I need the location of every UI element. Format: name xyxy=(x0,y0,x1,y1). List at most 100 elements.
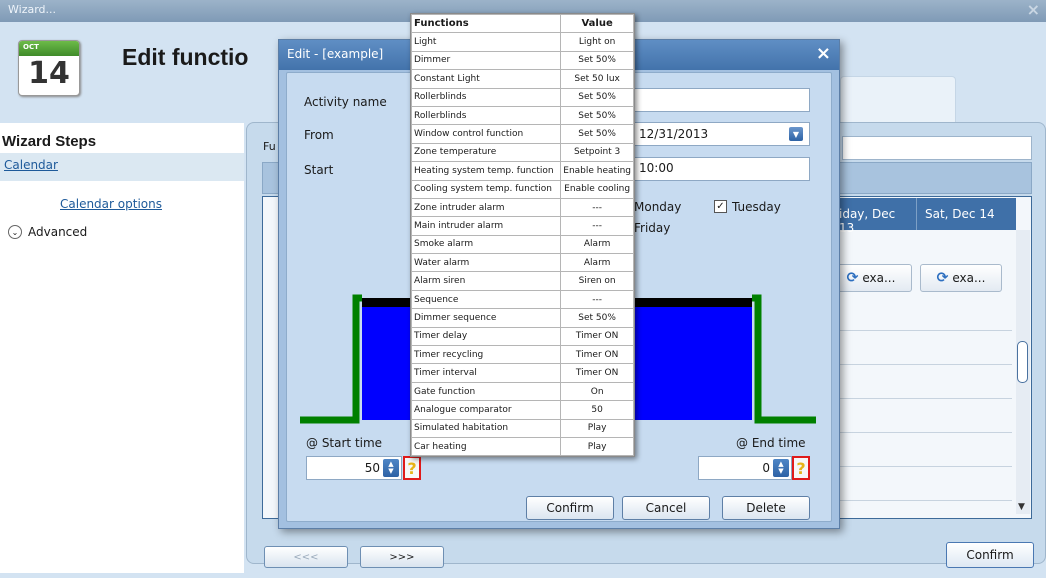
function-name-cell: Smoke alarm xyxy=(410,234,562,255)
function-name-cell: Simulated habitation xyxy=(410,418,562,438)
table-row: Gate function On xyxy=(410,381,634,402)
table-row: Zone intruder alarm --- xyxy=(410,197,634,218)
from-date-picker[interactable]: 12/31/2013 ▼ xyxy=(632,122,810,146)
calendar-day: 14 xyxy=(28,56,70,91)
dialog-confirm-button[interactable]: Confirm xyxy=(526,496,614,520)
table-row: Constant Light Set 50 lux xyxy=(410,69,634,89)
dialog-cancel-button[interactable]: Cancel xyxy=(622,496,710,520)
function-value-cell: Siren on xyxy=(560,271,634,291)
window-title: Wizard... xyxy=(8,3,57,16)
function-value-cell: --- xyxy=(560,197,634,218)
function-name-cell: Heating system temp. function xyxy=(410,161,562,181)
function-value-cell: Timer ON xyxy=(560,363,634,383)
activity-name-input[interactable] xyxy=(632,88,810,112)
column-header-saturday: Sat, Dec 14 xyxy=(916,198,1016,230)
table-row: Alarm siren Siren on xyxy=(410,271,634,291)
function-value-cell: 50 xyxy=(560,400,634,420)
function-name-cell: Zone intruder alarm xyxy=(410,197,562,218)
wizard-sidebar: Wizard Steps Calendar Calendar options ⌄… xyxy=(0,123,244,573)
table-row: Light Light on xyxy=(410,32,634,52)
dialog-delete-button[interactable]: Delete xyxy=(722,496,810,520)
column-header-friday: iday, Dec 13 xyxy=(830,198,916,235)
table-row: Main intruder alarm --- xyxy=(410,216,634,236)
refresh-icon: ⟳ xyxy=(936,270,949,286)
sidebar-item-calendar[interactable]: Calendar xyxy=(0,153,244,181)
event-button[interactable]: ⟳ exa... xyxy=(830,264,912,292)
function-name-cell: Car heating xyxy=(410,436,562,457)
function-name-cell: Cooling system temp. function xyxy=(410,179,562,199)
grid-line xyxy=(832,500,1012,501)
grid-line xyxy=(832,466,1012,467)
function-value-cell: Set 50% xyxy=(560,87,634,107)
help-icon[interactable]: ? xyxy=(403,456,421,480)
function-name-cell: Rollerblinds xyxy=(410,87,562,107)
function-value-cell: Play xyxy=(560,418,634,438)
next-button[interactable]: >>> xyxy=(360,546,444,568)
dropdown-icon[interactable]: ▼ xyxy=(789,127,803,141)
dialog-title: Edit - [example] xyxy=(287,47,384,61)
end-time-label: @ End time xyxy=(736,436,806,450)
table-row: Timer delay Timer ON xyxy=(410,326,634,347)
close-icon[interactable]: × xyxy=(1027,0,1040,19)
function-label: Fu xyxy=(263,140,276,153)
function-name-cell: Timer recycling xyxy=(410,345,562,365)
stepper-icon[interactable]: ▲ ▼ xyxy=(773,459,789,477)
start-label: Start xyxy=(304,163,334,177)
function-value-cell: Set 50% xyxy=(560,308,634,328)
function-value-cell: Alarm xyxy=(560,234,634,255)
help-icon[interactable]: ? xyxy=(792,456,810,480)
function-name-cell: Constant Light xyxy=(410,69,562,89)
functions-table: Functions Value Light Light on Dimmer Set 5… xyxy=(410,13,635,458)
table-row: Heating system temp. function Enable heat… xyxy=(410,161,634,181)
table-row: Water alarm Alarm xyxy=(410,253,634,273)
function-name-cell: Zone temperature xyxy=(410,142,562,163)
function-value-cell: Setpoint 3 xyxy=(560,142,634,163)
chevron-down-icon[interactable]: ⌄ xyxy=(8,225,22,239)
table-row: Analogue comparator 50 xyxy=(410,400,634,420)
function-name-cell: Timer interval xyxy=(410,363,562,383)
function-name-cell: Timer delay xyxy=(410,326,562,347)
function-value-cell: Alarm xyxy=(560,253,634,273)
dialog-close-icon[interactable]: × xyxy=(816,43,831,64)
function-value-cell: Timer ON xyxy=(560,345,634,365)
activity-name-label: Activity name xyxy=(304,95,387,109)
event-button[interactable]: ⟳ exa... xyxy=(920,264,1002,292)
tuesday-checkbox[interactable]: ✓ xyxy=(714,200,727,213)
table-row: Timer recycling Timer ON xyxy=(410,345,634,365)
table-row: Rollerblinds Set 50% xyxy=(410,87,634,107)
table-row: Smoke alarm Alarm xyxy=(410,234,634,255)
table-row: Dimmer sequence Set 50% xyxy=(410,308,634,328)
header-tab-area xyxy=(840,76,956,122)
start-time-input[interactable]: 10:00 xyxy=(632,157,810,181)
start-time-value: 10:00 xyxy=(639,161,674,175)
from-label: From xyxy=(304,128,334,142)
functions-table-body: Light Light on Dimmer Set 50% Constant Light… xyxy=(410,32,634,457)
function-value-cell: Enable heating xyxy=(560,161,634,181)
previous-button[interactable]: <<< xyxy=(264,546,348,568)
function-field[interactable] xyxy=(842,136,1032,160)
advanced-label: Advanced xyxy=(28,225,88,239)
scrollbar-thumb[interactable] xyxy=(1017,341,1028,383)
scrollbar-down-icon[interactable]: ▼ xyxy=(1018,502,1025,512)
table-row: Timer interval Timer ON xyxy=(410,363,634,383)
grid-line xyxy=(832,432,1012,433)
table-row: Dimmer Set 50% xyxy=(410,50,634,71)
function-name-cell: Main intruder alarm xyxy=(410,216,562,236)
monday-label: Monday xyxy=(634,200,682,214)
function-name-cell: Alarm siren xyxy=(410,271,562,291)
table-row: Cooling system temp. function Enable cool… xyxy=(410,179,634,199)
function-value-cell: Light on xyxy=(560,32,634,52)
start-time-label: @ Start time xyxy=(306,436,383,450)
sidebar-item-advanced[interactable]: ⌄ Advanced xyxy=(8,225,87,239)
stepper-icon[interactable]: ▲ ▼ xyxy=(383,459,399,477)
page-title: Edit functio xyxy=(122,44,249,70)
start-time-stepper[interactable]: 50 ▲ ▼ xyxy=(306,456,402,480)
end-time-stepper[interactable]: 0 ▲ ▼ xyxy=(698,456,792,480)
grid-line xyxy=(832,330,1012,331)
function-name-cell: Dimmer sequence xyxy=(410,308,562,328)
friday-label: Friday xyxy=(634,221,671,235)
refresh-icon: ⟳ xyxy=(846,270,859,286)
calendar-icon: OCT 14 xyxy=(18,40,80,96)
confirm-button[interactable]: Confirm xyxy=(946,542,1034,568)
sidebar-item-calendar-options[interactable]: Calendar options xyxy=(60,197,162,211)
